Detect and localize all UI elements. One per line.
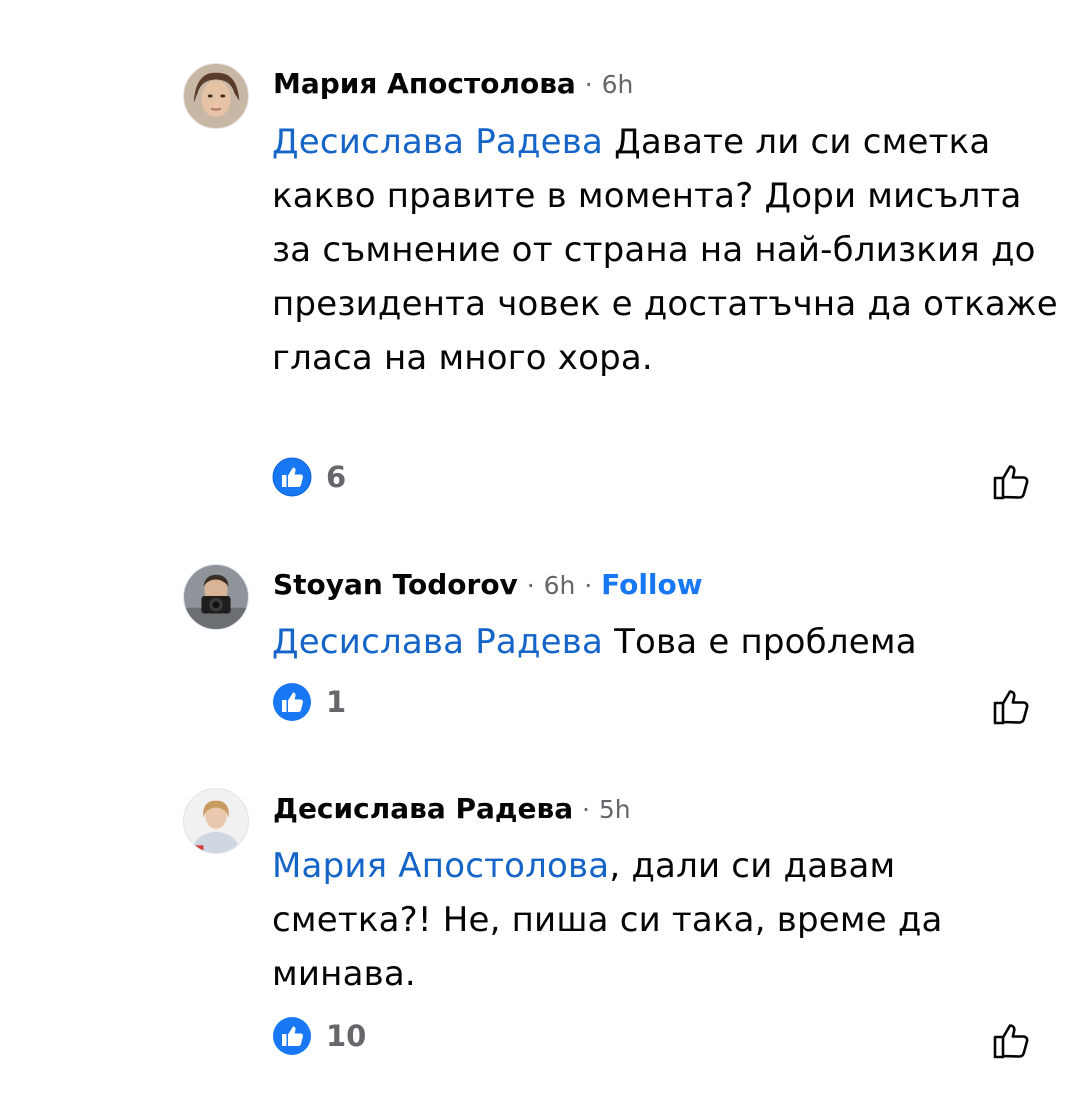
reaction-summary[interactable]: 6 (272, 455, 346, 499)
comment-meta: Мария Апостолова · 6h (273, 67, 633, 102)
avatar[interactable] (183, 564, 249, 630)
author-name[interactable]: Десислава Радева (273, 792, 573, 825)
separator: · (526, 571, 535, 600)
comment-meta: Десислава Радева · 5h (273, 792, 631, 827)
mention-link[interactable]: Десислава Радева (272, 122, 603, 162)
comment-text: Мария Апостолова, дали си давам сметка?!… (272, 839, 1062, 1001)
like-button[interactable] (990, 458, 1036, 504)
timestamp[interactable]: 6h (544, 571, 576, 600)
thumbs-up-icon (993, 690, 1029, 725)
comment-meta: Stoyan Todorov · 6h · Follow (273, 568, 703, 603)
like-button[interactable] (990, 683, 1036, 729)
like-reaction-icon (273, 1017, 311, 1055)
reaction-count: 6 (326, 460, 347, 494)
thumbs-up-icon (993, 1024, 1029, 1059)
profile-photo-icon (184, 789, 248, 853)
avatar[interactable] (183, 788, 249, 854)
mention-link[interactable]: Десислава Радева (272, 622, 603, 662)
reaction-count: 1 (326, 685, 347, 719)
profile-photo-icon (184, 64, 248, 128)
avatar[interactable] (183, 63, 249, 129)
reaction-summary[interactable]: 10 (272, 1014, 366, 1058)
comment-text: Десислава Радева Това е проблема (272, 615, 1062, 669)
reaction-summary[interactable]: 1 (272, 680, 346, 724)
follow-button[interactable]: Follow (601, 568, 703, 601)
like-reaction-icon (273, 683, 311, 721)
like-reaction-icon (272, 457, 312, 497)
author-name[interactable]: Stoyan Todorov (273, 568, 518, 601)
thumbs-up-icon (993, 465, 1029, 500)
timestamp[interactable]: 5h (599, 795, 631, 824)
separator: · (584, 70, 593, 99)
author-name[interactable]: Мария Апостолова (273, 67, 576, 100)
separator: · (584, 571, 593, 600)
separator: · (582, 795, 590, 824)
timestamp[interactable]: 6h (602, 70, 634, 99)
reaction-count: 10 (326, 1019, 367, 1053)
mention-link[interactable]: Мария Апостолова (272, 846, 609, 886)
comment-text: Десислава Радева Давате ли си сметка как… (272, 115, 1062, 385)
profile-photo-icon (184, 565, 248, 629)
comment-body: Това е проблема (614, 622, 917, 662)
like-button[interactable] (990, 1017, 1036, 1063)
